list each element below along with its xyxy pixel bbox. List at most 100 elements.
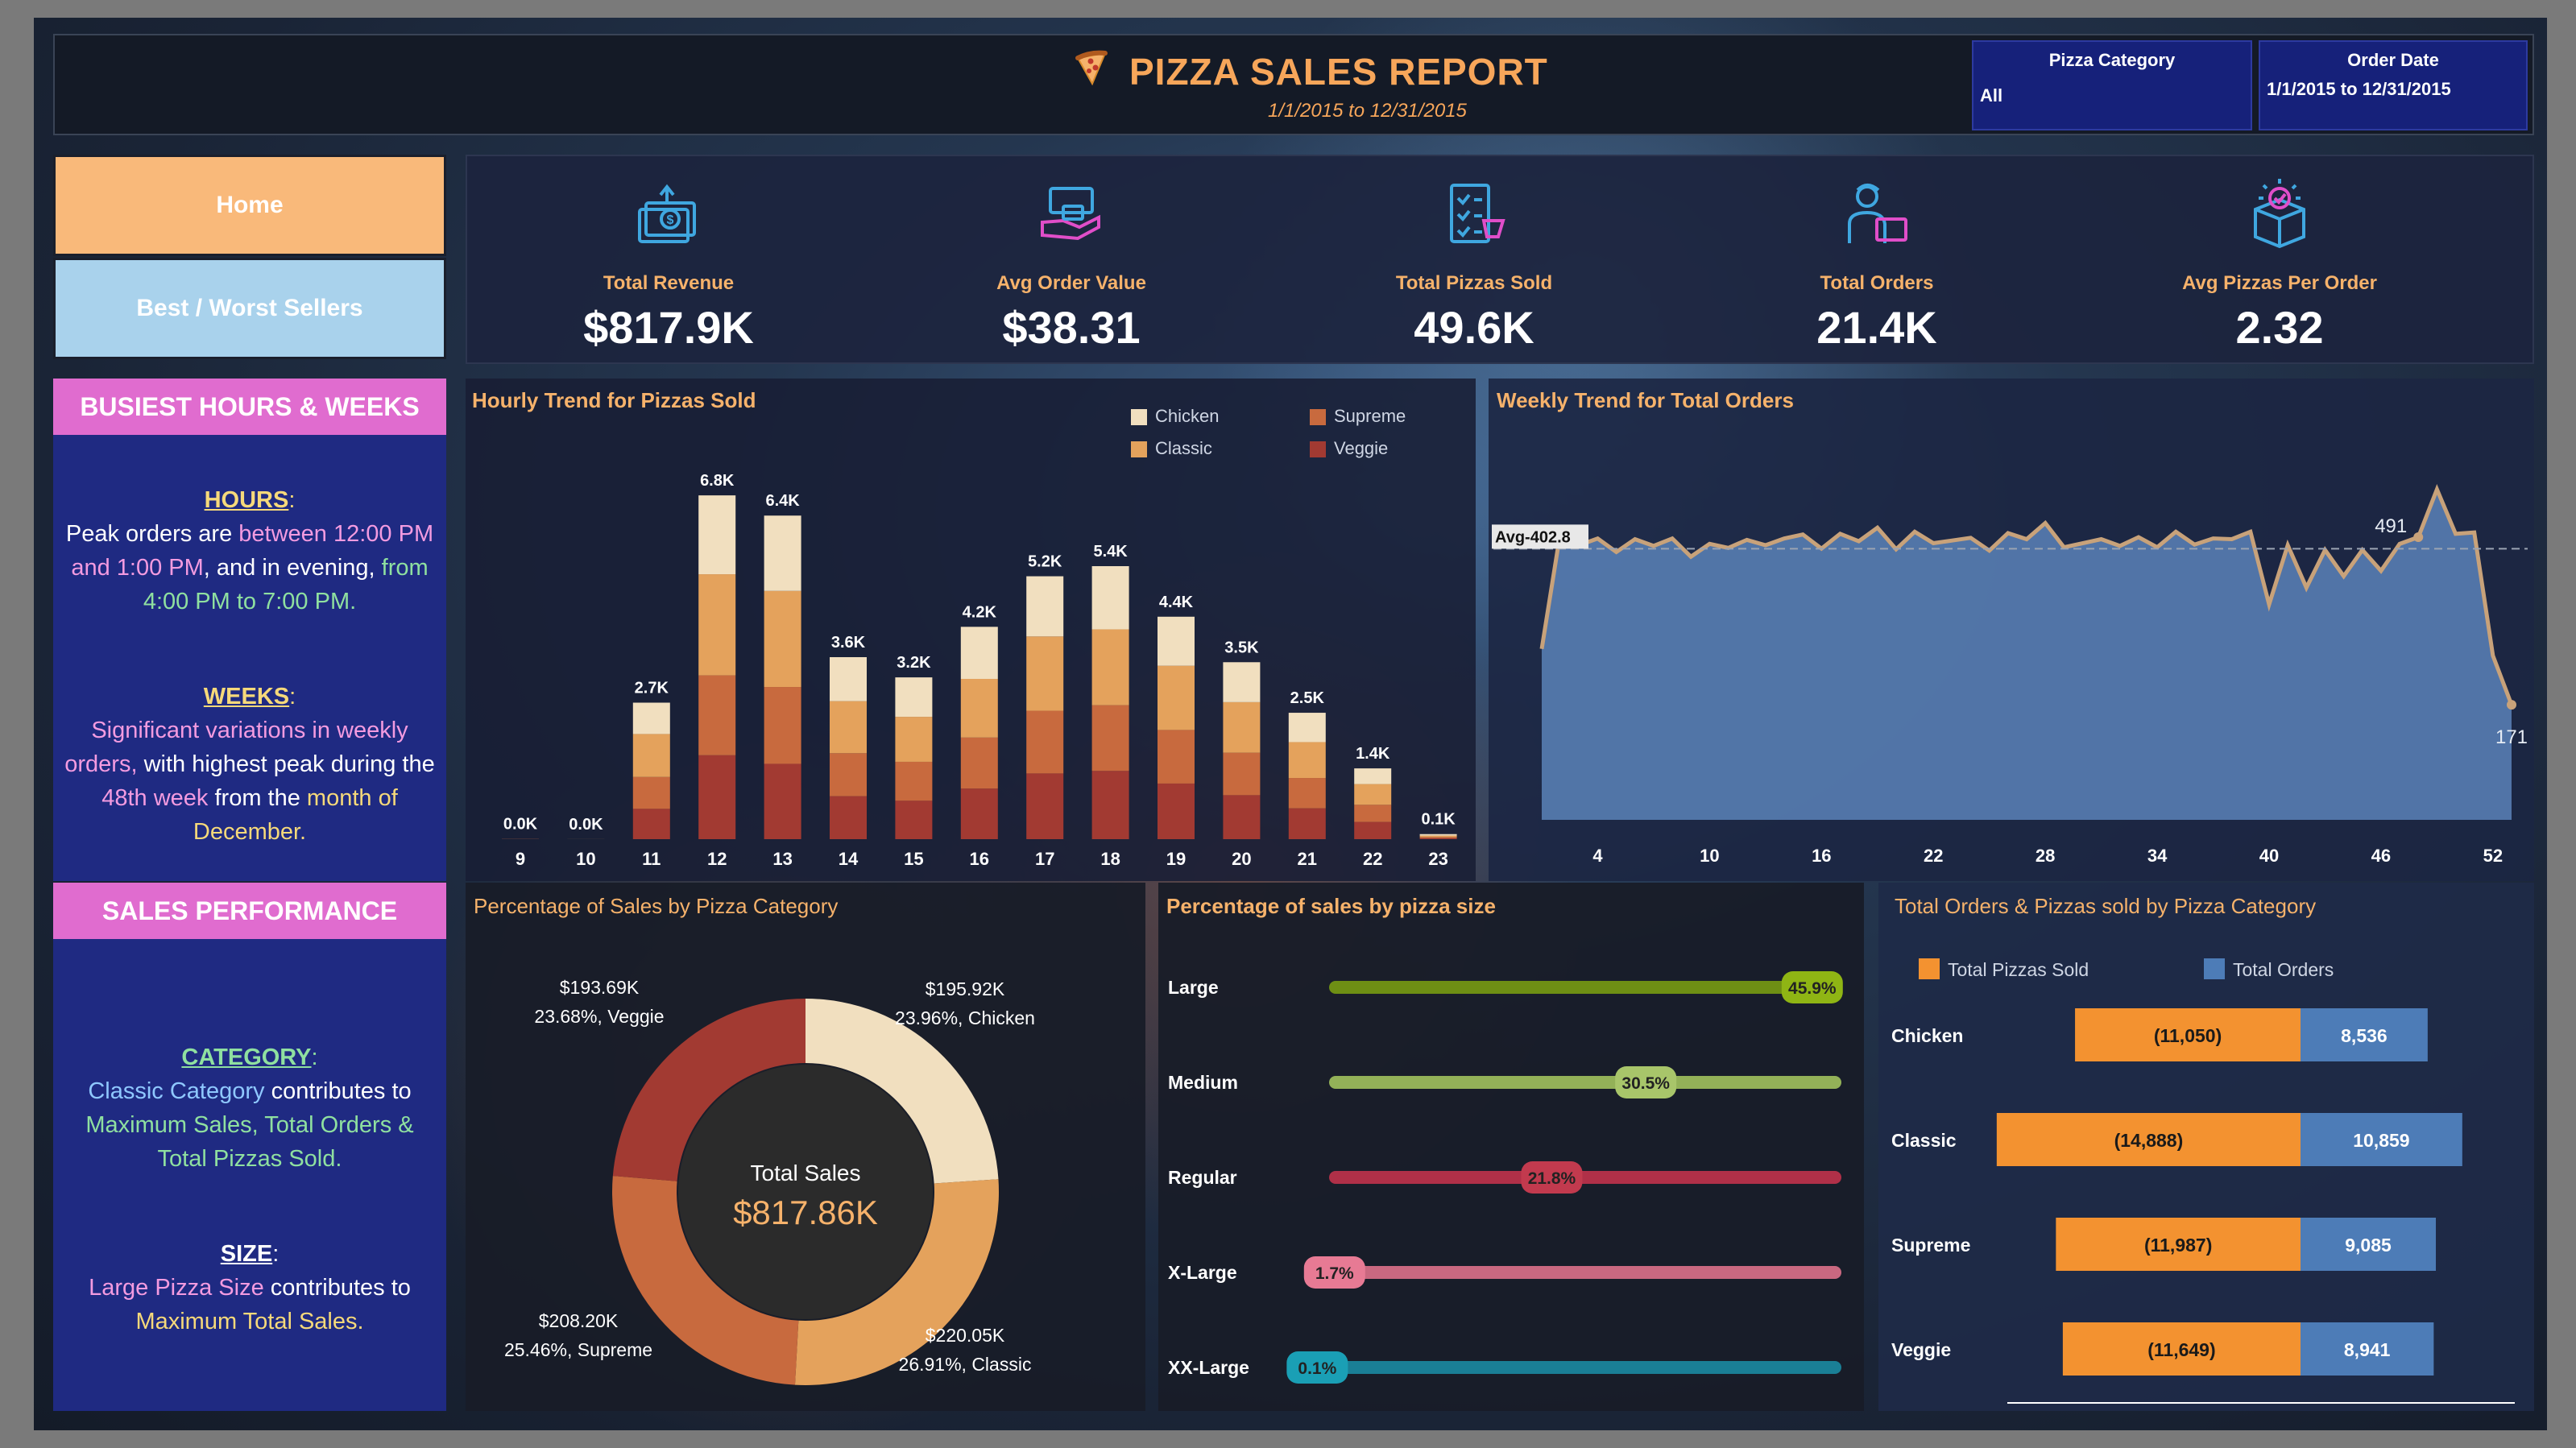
bar-segment-supreme[interactable] (895, 761, 933, 801)
size-category-label: Large (1168, 977, 1219, 998)
x-tick-label: 28 (2036, 846, 2055, 866)
bar-segment-supreme[interactable] (764, 687, 801, 764)
bar-segment-chicken[interactable] (1158, 616, 1195, 666)
hours-insight: HOURS: Peak orders are between 12:00 PM … (64, 483, 435, 619)
donut-hole (678, 1065, 933, 1319)
weeks-text: from the (208, 785, 307, 811)
category-sales-panel: Percentage of Sales by Pizza Category To… (466, 883, 1145, 1411)
bar-segment-classic[interactable] (1026, 636, 1064, 711)
bar-segment-classic[interactable] (895, 717, 933, 762)
pizza-category-filter[interactable]: Pizza Category All (1972, 40, 2252, 130)
x-tick-label: 10 (1700, 846, 1719, 866)
bar-segment-chicken[interactable] (1354, 768, 1392, 784)
bar-segment-veggie[interactable] (1419, 838, 1457, 839)
bar-segment-supreme[interactable] (1419, 837, 1457, 838)
bar-segment-chicken[interactable] (1288, 713, 1326, 743)
size-text: contributes to (263, 1275, 411, 1301)
kpi-value: $38.31 (1002, 302, 1141, 353)
filter-value: All (1980, 85, 2003, 105)
bar-segment-supreme[interactable] (1158, 730, 1195, 784)
bar-segment-classic[interactable] (1419, 835, 1457, 838)
bar-segment-veggie[interactable] (1223, 795, 1261, 839)
bar-segment-veggie[interactable] (960, 788, 998, 839)
kpi-label: Total Orders (1820, 272, 1934, 294)
x-tick-label: 21 (1298, 849, 1317, 869)
bar-segment-veggie[interactable] (1091, 771, 1129, 839)
size-category-label: X-Large (1168, 1262, 1237, 1283)
bar-segment-classic[interactable] (1288, 742, 1326, 779)
best-worst-sellers-button[interactable]: Best / Worst Sellers (53, 258, 446, 359)
weeks-heading-colon: : (289, 684, 296, 710)
legend-swatch (1131, 409, 1147, 425)
bar-segment-classic[interactable] (1091, 629, 1129, 705)
bar-segment-chicken[interactable] (764, 515, 801, 591)
bar-segment-chicken[interactable] (1223, 662, 1261, 702)
avg-label: Avg-402.8 (1495, 528, 1571, 546)
x-tick-label: 18 (1100, 849, 1120, 869)
legend-label: Total Orders (2233, 959, 2334, 980)
size-value-label: 1.7% (1315, 1264, 1354, 1283)
weeks-heading: WEEKS (203, 684, 290, 710)
x-tick-label: 22 (1924, 846, 1943, 866)
bar-segment-classic[interactable] (1158, 665, 1195, 730)
bar-segment-supreme[interactable] (698, 675, 736, 755)
bar-segment-classic[interactable] (1223, 701, 1261, 753)
bar-segment-chicken[interactable] (830, 657, 867, 701)
bar-segment-supreme[interactable] (830, 753, 867, 796)
orders-label: 10,859 (2353, 1130, 2409, 1151)
legend-swatch (2204, 958, 2225, 979)
annotation-label: 491 (2375, 515, 2407, 537)
legend-label: Supreme (1334, 406, 1406, 426)
bar-segment-chicken[interactable] (960, 627, 998, 679)
bar-segment-chicken[interactable] (895, 677, 933, 718)
bar-segment-classic[interactable] (632, 734, 670, 777)
bar-segment-classic[interactable] (830, 701, 867, 754)
bar-segment-supreme[interactable] (960, 737, 998, 789)
weekly-trend-panel: Weekly Trend for Total Orders Avg-402.8 4… (1489, 379, 2534, 881)
bar-segment-chicken[interactable] (698, 495, 736, 575)
x-tick-label: 17 (1035, 849, 1054, 869)
bar-segment-veggie[interactable] (764, 763, 801, 839)
bar-segment-veggie[interactable] (1288, 808, 1326, 839)
bar-total-label: 0.0K (503, 816, 538, 834)
bar-segment-chicken[interactable] (1026, 576, 1064, 637)
bar-segment-supreme[interactable] (1091, 705, 1129, 772)
bar-segment-classic[interactable] (960, 678, 998, 738)
bar-segment-veggie[interactable] (632, 809, 670, 839)
bar-segment-veggie[interactable] (895, 801, 933, 839)
bar-segment-supreme[interactable] (1026, 710, 1064, 774)
bar-segment-classic[interactable] (698, 574, 736, 676)
donut-center-value: $817.86K (733, 1194, 878, 1231)
size-category-label: XX-Large (1168, 1357, 1249, 1378)
weeks-text: with highest peak during the (137, 751, 435, 777)
annotation-point (2413, 532, 2424, 542)
bar-segment-veggie[interactable] (698, 755, 736, 839)
bar-segment-supreme[interactable] (1223, 752, 1261, 796)
kpi-panel: $ Total Revenue $817.9K Avg Order Value … (466, 155, 2534, 364)
bar-segment-veggie[interactable] (1158, 783, 1195, 839)
bar-segment-veggie[interactable] (830, 796, 867, 839)
bar-segment-classic[interactable] (1354, 784, 1392, 805)
orders-by-category-panel: Total Orders & Pizzas sold by Pizza Cate… (1878, 883, 2534, 1411)
bar-segment-classic[interactable] (764, 590, 801, 688)
bar-segment-chicken[interactable] (632, 702, 670, 734)
category-label: Veggie (1891, 1339, 1951, 1360)
kpi-value: 49.6K (1414, 302, 1534, 353)
bar-segment-chicken[interactable] (1091, 566, 1129, 630)
size-sales-panel: Percentage of sales by pizza size Large 4… (1158, 883, 1864, 1411)
size-insight: SIZE: Large Pizza Size contributes to Ma… (64, 1237, 435, 1338)
kpi-value: 2.32 (2235, 302, 2324, 353)
hours-heading-colon: : (288, 487, 296, 513)
bar-segment-supreme[interactable] (1288, 778, 1326, 809)
bar-segment-veggie[interactable] (1026, 773, 1064, 839)
pizzas-sold-icon (1450, 184, 1505, 243)
pizzas-sold-label: (11,649) (2147, 1339, 2215, 1360)
order-date-filter[interactable]: Order Date 1/1/2015 to 12/31/2015 (2259, 40, 2528, 130)
legend-label: Chicken (1155, 406, 1219, 426)
home-button[interactable]: Home (53, 155, 446, 256)
bar-segment-veggie[interactable] (1354, 821, 1392, 839)
bar-segment-supreme[interactable] (1354, 805, 1392, 822)
bar-segment-supreme[interactable] (632, 776, 670, 809)
bar-segment-chicken[interactable] (1419, 834, 1457, 836)
x-tick-label: 16 (1812, 846, 1831, 866)
